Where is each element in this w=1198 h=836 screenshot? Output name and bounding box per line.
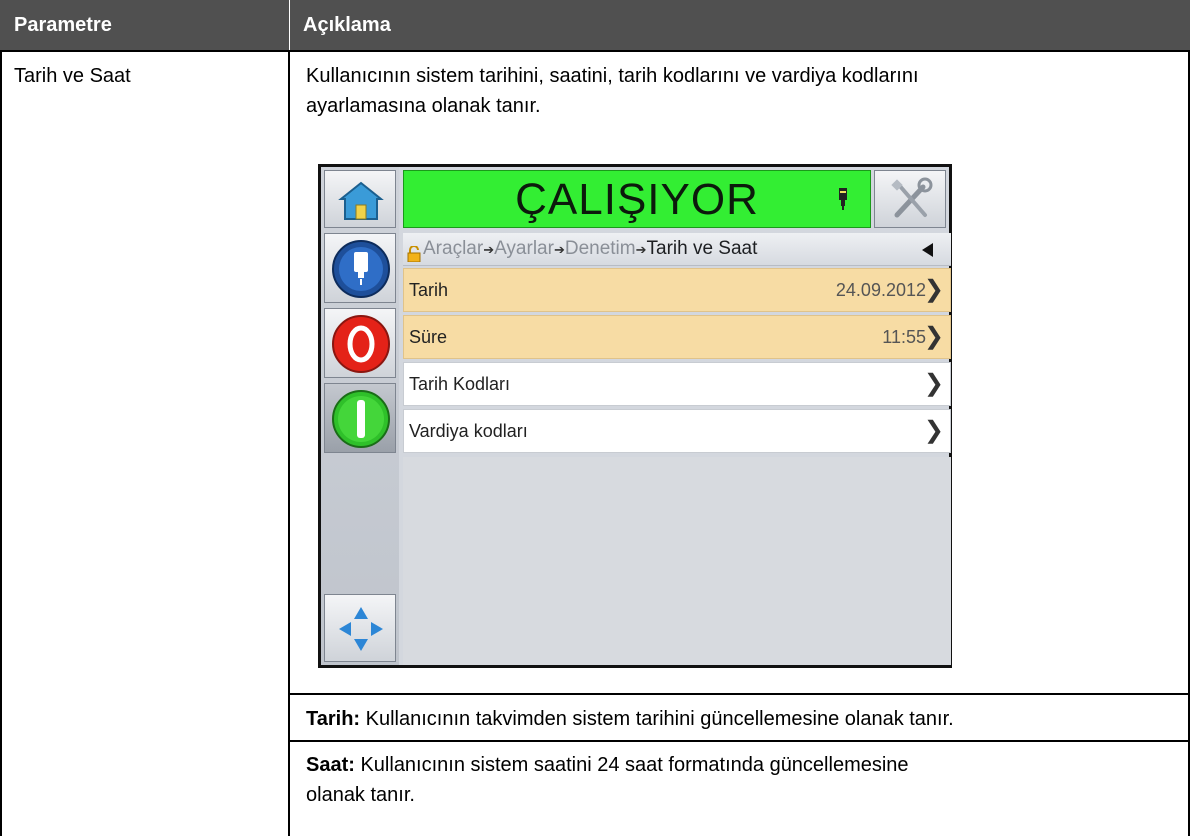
menu-item-label: Süre [409,327,448,347]
stop-button[interactable] [324,308,396,378]
printhead-icon [332,240,390,298]
breadcrumb-separator: ➔ [553,242,565,257]
description-line-2: ayarlamasına olanak tanır. [306,95,541,117]
header-bottom-rule [0,50,1190,52]
saat-text-line-1: Kullanıcının sistem saatini 24 saat form… [354,754,909,776]
chevron-right-icon: ❯ [923,417,944,444]
tools-icon [891,177,933,218]
chevron-right-icon: ❯ [923,370,944,397]
home-icon [338,181,384,220]
navigation-button[interactable] [324,594,396,662]
ink-cartridge-icon [839,188,847,210]
description-line-1: Kullanıcının sistem tarihini, saatini, t… [306,65,919,87]
menu-item-label: Tarih Kodları [409,374,511,394]
printhead-button[interactable] [324,233,396,303]
breadcrumb-trail: Araçlar➔Ayarlar➔Denetim➔Tarih ve Saat [423,233,757,266]
parameter-table: Parametre Açıklama Tarih ve Saat Kullanı… [0,0,1190,836]
menu-item-value: 24.09.2012 [835,280,926,300]
menu-item-value: 11:55 [882,327,926,347]
row-divider-1 [288,693,1190,695]
back-arrow-icon[interactable] [922,243,933,257]
breadcrumb-item-araclar[interactable]: Araçlar [423,238,483,259]
navigation-arrows-icon [339,607,383,651]
stop-icon [332,315,390,373]
status-bar[interactable]: ÇALIŞIYOR [403,170,871,228]
menu-item-label: Vardiya kodları [409,421,528,441]
breadcrumb-separator: ➔ [483,242,495,257]
row-divider-2 [288,740,1190,742]
menu-item-tarih-kodlari[interactable]: Tarih Kodları ❯ [403,362,951,406]
menu-item-vardiya-kodlari[interactable]: Vardiya kodları ❯ [403,409,951,453]
menu-item-tarih[interactable]: Tarih 24.09.2012 ❯ [403,268,951,312]
breadcrumb-separator: ➔ [635,242,647,257]
saat-description: Saat: Kullanıcının sistem saatini 24 saa… [306,750,909,780]
breadcrumb-current: Tarih ve Saat [646,238,758,259]
start-button[interactable] [324,383,396,453]
header-description: Açıklama [289,0,1190,50]
saat-text-line-2: olanak tanır. [306,784,415,806]
table-column-divider [288,50,290,836]
tools-button[interactable] [874,170,946,228]
table-border-right [1188,50,1190,836]
chevron-right-icon: ❯ [923,276,944,303]
menu-item-label: Tarih [409,280,449,300]
parameter-name: Tarih ve Saat [14,65,131,87]
saat-label: Saat: [306,754,355,776]
tarih-text: Kullanıcının takvimden sistem tarihini g… [360,708,954,730]
content-area [403,457,951,665]
tarih-description: Tarih: Kullanıcının takvimden sistem tar… [306,704,954,734]
chevron-right-icon: ❯ [923,323,944,350]
printer-screen: ÇALIŞIYOR Araçlar➔Ayarlar➔Denetim➔Tarih … [318,164,952,668]
breadcrumb-item-denetim[interactable]: Denetim [565,238,636,259]
tarih-label: Tarih: [306,708,361,730]
status-text: ÇALIŞIYOR [515,175,759,224]
header-parameter: Parametre [0,0,289,50]
start-icon [332,390,390,448]
home-button[interactable] [324,170,396,228]
breadcrumb: Araçlar➔Ayarlar➔Denetim➔Tarih ve Saat [403,233,951,266]
menu-item-sure[interactable]: Süre 11:55 ❯ [403,315,951,359]
breadcrumb-item-ayarlar[interactable]: Ayarlar [494,238,554,259]
table-border-left [0,50,2,836]
